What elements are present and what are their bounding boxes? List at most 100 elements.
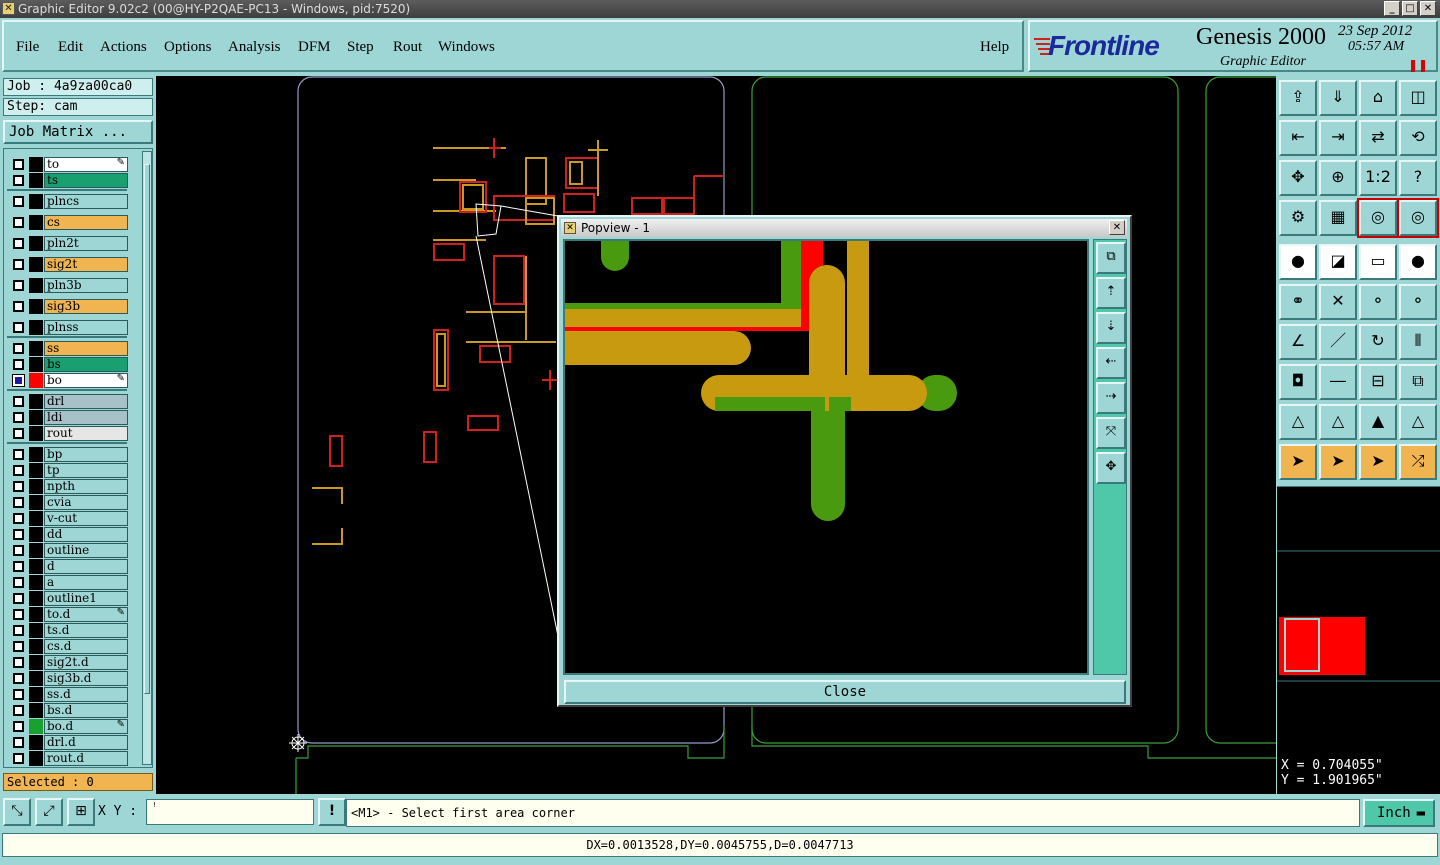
menu-dfm[interactable]: DFM <box>298 39 331 56</box>
layer-name[interactable]: pln3b <box>44 278 128 293</box>
layer-row[interactable]: ts <box>7 173 128 188</box>
job-matrix-button[interactable]: Job Matrix ... <box>3 120 153 144</box>
layer-checkbox[interactable] <box>13 689 24 700</box>
layer-row[interactable]: npth <box>7 479 128 494</box>
layer-row[interactable]: to ✎ <box>7 157 128 172</box>
layer-color-swatch[interactable] <box>29 410 43 425</box>
layer-checkbox[interactable] <box>13 657 24 668</box>
layer-name[interactable]: plncs <box>44 194 128 209</box>
layer-checkbox[interactable] <box>13 238 24 249</box>
menu-actions[interactable]: Actions <box>100 39 147 56</box>
maximize-button[interactable]: □ <box>1402 1 1418 16</box>
layer-row[interactable]: sig3b.d <box>7 671 128 686</box>
layer-color-swatch[interactable] <box>29 639 43 654</box>
triangle-red-icon[interactable]: △ <box>1399 404 1437 440</box>
layer-row[interactable]: bs <box>7 357 128 372</box>
add-pad-icon[interactable]: ◘ <box>1279 364 1317 400</box>
layer-checkbox[interactable] <box>13 545 24 556</box>
zoom-center-icon[interactable]: ⊕ <box>1319 160 1357 196</box>
layer-row[interactable]: plnss <box>7 320 128 335</box>
layer-color-swatch[interactable] <box>29 671 43 686</box>
layer-color-swatch[interactable] <box>29 194 43 209</box>
layer-checkbox[interactable] <box>13 159 24 170</box>
layer-checkbox[interactable] <box>13 529 24 540</box>
layer-name[interactable]: bo <box>44 373 128 388</box>
layer-color-swatch[interactable] <box>29 320 43 335</box>
layer-color-swatch[interactable] <box>29 426 43 441</box>
menu-edit[interactable]: Edit <box>58 39 83 56</box>
layer-color-swatch[interactable] <box>29 735 43 750</box>
layer-row[interactable]: rout <box>7 426 128 441</box>
layer-color-swatch[interactable] <box>29 299 43 314</box>
layer-scrollbar-thumb[interactable] <box>144 164 150 694</box>
component-select-icon[interactable]: ◎ <box>1397 198 1439 238</box>
pan-right-icon[interactable]: ⇥ <box>1319 120 1357 156</box>
layer-color-swatch[interactable] <box>29 575 43 590</box>
layer-color-swatch[interactable] <box>29 687 43 702</box>
layer-color-swatch[interactable] <box>29 511 43 526</box>
popview-zoom-in-icon[interactable]: ✥ <box>1096 452 1126 484</box>
layer-checkbox[interactable] <box>13 561 24 572</box>
layer-checkbox[interactable] <box>13 280 24 291</box>
layer-name[interactable]: dd <box>44 527 128 542</box>
layer-checkbox[interactable] <box>13 497 24 508</box>
layer-row[interactable]: bp <box>7 447 128 462</box>
menu-file[interactable]: File <box>16 39 39 56</box>
layer-color-swatch[interactable] <box>29 215 43 230</box>
layer-name[interactable]: bo.d <box>44 719 128 734</box>
layer-row[interactable]: ss <box>7 341 128 356</box>
grid-icon[interactable]: ▦ <box>1319 200 1357 236</box>
menu-options[interactable]: Options <box>164 39 212 56</box>
cross-icon[interactable]: ✕ <box>1319 284 1357 320</box>
select-net-icon[interactable]: ⤮ <box>1399 444 1437 480</box>
layer-row[interactable]: outline <box>7 543 128 558</box>
layer-checkbox[interactable] <box>13 196 24 207</box>
layer-color-swatch[interactable] <box>29 257 43 272</box>
layer-row[interactable]: pln3b <box>7 278 128 293</box>
layer-row[interactable]: a <box>7 575 128 590</box>
route-alt-icon[interactable]: ⚬ <box>1399 284 1437 320</box>
alert-icon[interactable]: ! <box>318 798 346 826</box>
layer-checkbox[interactable] <box>13 577 24 588</box>
menu-analysis[interactable]: Analysis <box>228 39 281 56</box>
layer-checkbox[interactable] <box>13 449 24 460</box>
dimension-icon[interactable]: ⊟ <box>1359 364 1397 400</box>
layer-row[interactable]: ldi <box>7 410 128 425</box>
layer-name[interactable]: d <box>44 559 128 574</box>
layer-row[interactable]: outline1 <box>7 591 128 606</box>
snap-grid-icon[interactable]: ⊞ <box>67 798 95 826</box>
menu-rout[interactable]: Rout <box>393 39 422 56</box>
zoom-1to2-icon[interactable]: 1:2 <box>1359 160 1397 196</box>
layer-row[interactable]: rout.d <box>7 751 128 766</box>
layer-name[interactable]: sig2t <box>44 257 128 272</box>
layer-name[interactable]: sig2t.d <box>44 655 128 670</box>
layer-row[interactable]: dd <box>7 527 128 542</box>
popview-pan-right-icon[interactable]: ⇢ <box>1096 382 1126 414</box>
layer-color-swatch[interactable] <box>29 394 43 409</box>
layer-checkbox[interactable] <box>13 359 24 370</box>
layer-row[interactable]: d <box>7 559 128 574</box>
popview-titlebar[interactable]: ✕ Popview - 1 ✕ <box>561 219 1127 237</box>
rotate-icon[interactable]: ↻ <box>1359 324 1397 360</box>
select-box-icon[interactable]: ➤ <box>1319 444 1357 480</box>
connect-icon[interactable]: ⚭ <box>1279 284 1317 320</box>
layer-color-swatch[interactable] <box>29 463 43 478</box>
layer-row[interactable]: cvia <box>7 495 128 510</box>
layer-color-swatch[interactable] <box>29 157 43 172</box>
layer-row[interactable]: v-cut <box>7 511 128 526</box>
menu-help[interactable]: Help <box>980 39 1009 56</box>
help-icon[interactable]: ? <box>1399 160 1437 196</box>
layer-checkbox[interactable] <box>13 217 24 228</box>
layer-row[interactable]: sig2t <box>7 257 128 272</box>
layer-name[interactable]: cvia <box>44 495 128 510</box>
layer-checkbox[interactable] <box>13 753 24 764</box>
flip-icon[interactable]: ⇄ <box>1359 120 1397 156</box>
layer-name[interactable]: npth <box>44 479 128 494</box>
layer-checkbox[interactable] <box>13 259 24 270</box>
layer-name[interactable]: rout.d <box>44 751 128 766</box>
layer-color-swatch[interactable] <box>29 719 43 734</box>
layer-name[interactable]: to <box>44 157 128 172</box>
layer-color-swatch[interactable] <box>29 703 43 718</box>
layer-checkbox[interactable] <box>13 593 24 604</box>
menu-windows[interactable]: Windows <box>438 39 495 56</box>
